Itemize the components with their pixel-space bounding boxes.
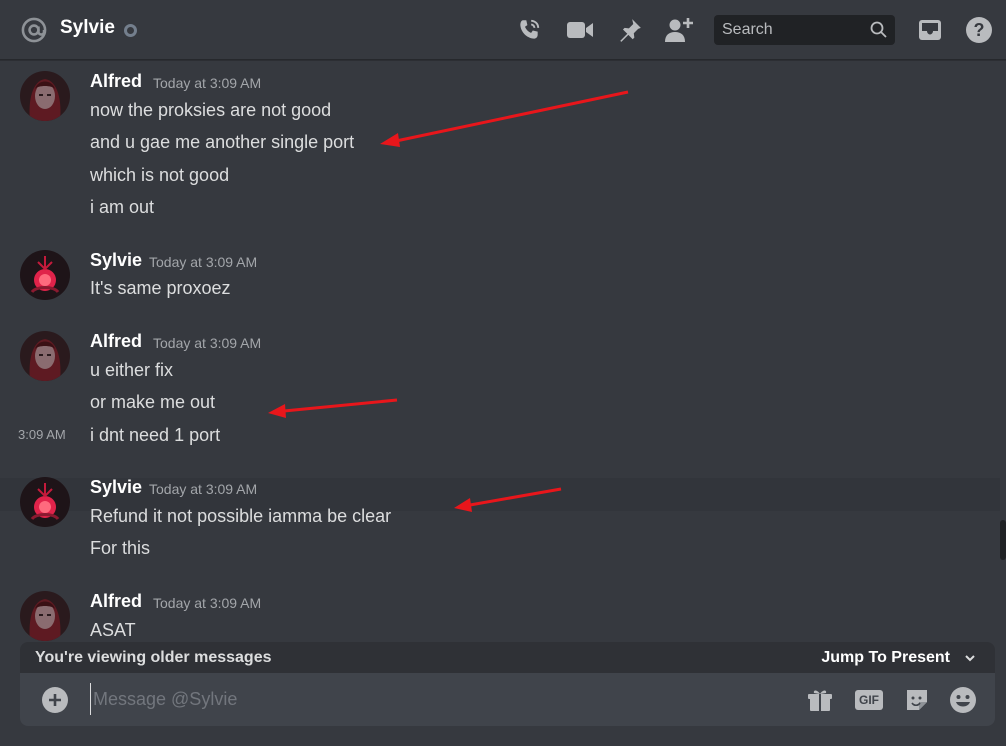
avatar[interactable] (20, 591, 70, 641)
message-list[interactable]: Alfred Today at 3:09 AM now the proksies… (0, 61, 1006, 642)
message-composer[interactable]: GIF (20, 673, 995, 726)
channel-title: Sylvie (60, 17, 115, 38)
message-text: now the proksies are not good (90, 100, 332, 120)
message-text: or make me out (90, 392, 216, 412)
search-box[interactable] (714, 15, 895, 45)
message-timestamp: Today at 3:09 AM (153, 75, 262, 91)
at-icon (21, 17, 47, 43)
help-icon[interactable]: ? (964, 15, 994, 45)
inbox-icon[interactable] (915, 15, 945, 45)
search-icon[interactable] (869, 20, 889, 40)
message-text: For this (90, 538, 151, 558)
message-text: It's same proxoez (90, 278, 231, 298)
plus-icon (49, 694, 61, 706)
avatar[interactable] (20, 71, 70, 121)
message-text: i dnt need 1 port (90, 425, 221, 445)
older-messages-text: You're viewing older messages (35, 649, 272, 666)
hover-timestamp: 3:09 AM (18, 427, 66, 442)
video-icon[interactable] (565, 15, 595, 45)
gif-icon: GIF (855, 690, 883, 710)
offline-status-icon (124, 24, 137, 37)
gif-button[interactable]: GIF (854, 685, 884, 715)
avatar[interactable] (20, 477, 70, 527)
message-author[interactable]: Sylvie (90, 250, 142, 271)
red-arrow (380, 90, 629, 147)
call-icon[interactable] (514, 15, 544, 45)
message-text: ASAT (90, 620, 136, 640)
upload-plus-button[interactable] (42, 687, 68, 713)
red-arrow (268, 398, 398, 418)
message-author[interactable]: Alfred (90, 591, 142, 612)
avatar[interactable] (20, 331, 70, 381)
channel-header: Sylvie Search ? (0, 0, 1006, 60)
jump-to-present-button[interactable]: Jump To Present (821, 649, 950, 667)
gift-icon[interactable] (805, 685, 835, 715)
emoji-icon[interactable] (948, 685, 978, 715)
message-author[interactable]: Alfred (90, 331, 142, 352)
message-text: u either fix (90, 360, 174, 380)
message-input[interactable] (90, 683, 790, 715)
message-author[interactable]: Sylvie (90, 477, 142, 498)
pin-icon[interactable] (615, 15, 645, 45)
message-timestamp: Today at 3:09 AM (149, 481, 258, 497)
sticker-icon[interactable] (902, 685, 932, 715)
add-friend-icon[interactable] (664, 15, 694, 45)
avatar[interactable] (20, 250, 70, 300)
search-input[interactable] (714, 15, 864, 45)
older-messages-bar: You're viewing older messages Jump To Pr… (20, 642, 995, 673)
message-timestamp: Today at 3:09 AM (153, 335, 262, 351)
message-text: i am out (90, 197, 155, 217)
chevron-down-icon[interactable] (963, 651, 977, 665)
message-timestamp: Today at 3:09 AM (149, 254, 258, 270)
scrollbar[interactable] (1000, 520, 1006, 560)
message-text: and u gae me another single port (90, 132, 355, 152)
message-text: which is not good (90, 165, 230, 185)
message-author[interactable]: Alfred (90, 71, 142, 92)
svg-text:?: ? (974, 20, 985, 40)
message-timestamp: Today at 3:09 AM (153, 595, 262, 611)
message-text: Refund it not possible iamma be clear (90, 506, 392, 526)
